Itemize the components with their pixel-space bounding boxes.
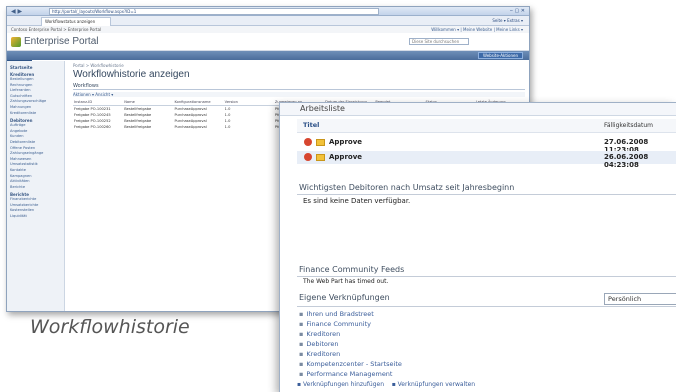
- bullet-icon: ▪: [299, 360, 304, 368]
- bullet-icon: ▪: [299, 340, 304, 348]
- figure-caption: Workflowhistorie: [30, 316, 190, 338]
- add-links-button[interactable]: ▪ Verknüpfungen hinzufügen: [297, 381, 384, 388]
- url-input[interactable]: http://portal/_layouts/Workflow.aspx?ID=…: [49, 8, 379, 15]
- title-column-header[interactable]: Titel: [303, 121, 319, 129]
- table-cell: 1.0: [224, 125, 231, 129]
- sidebar-item[interactable]: Liquidität: [10, 214, 61, 220]
- add-links-label[interactable]: Verknüpfungen hinzufügen: [303, 381, 384, 388]
- section-divider: [297, 276, 676, 277]
- browser-tab-bar: Workflowstatus anzeigen Seite ▾ Extras ▾: [7, 16, 529, 26]
- shortcut-label[interactable]: Kreditoren: [306, 330, 340, 338]
- shortcut-label[interactable]: Kreditoren: [306, 350, 340, 358]
- links-footer: ▪ Verknüpfungen hinzufügen ▪ Verknüpfung…: [297, 381, 475, 388]
- window-controls-icon[interactable]: ‒ ▢ ✕: [510, 8, 525, 14]
- task-row[interactable]: Approve 27.06.2008 11:23:08: [297, 136, 676, 154]
- portal-title: Enterprise Portal: [24, 36, 99, 47]
- manage-links-button[interactable]: ▪ Verknüpfungen verwalten: [392, 381, 475, 388]
- welcome-menu[interactable]: Willkommen ▾ | Meine Website | Meine Lin…: [431, 26, 523, 33]
- shortcut-link[interactable]: ▪ Ihren und Bradstreet: [299, 310, 374, 318]
- section-divider: [297, 306, 676, 307]
- sidebar-heading[interactable]: Startseite: [10, 65, 61, 70]
- priority-icon: [304, 138, 312, 146]
- work-list-header: Arbeitsliste: [280, 103, 676, 116]
- breadcrumb[interactable]: Portal > Workflowhistorie: [73, 63, 525, 68]
- task-due-date: 26.06.2008 04:23:08: [604, 153, 649, 169]
- sidebar-item[interactable]: Berichte: [10, 185, 61, 191]
- manage-links-label[interactable]: Verknüpfungen verwalten: [398, 381, 475, 388]
- shortcut-label[interactable]: Finance Community: [306, 320, 371, 328]
- browser-toolbar[interactable]: Seite ▾ Extras ▾: [492, 18, 523, 23]
- browser-tab[interactable]: Workflowstatus anzeigen: [41, 17, 111, 26]
- work-list-title[interactable]: Arbeitsliste: [300, 104, 345, 113]
- my-links-title[interactable]: Eigene Verknüpfungen: [299, 293, 390, 302]
- work-list-window: Arbeitsliste Titel Fälligkeitsdatum Appr…: [279, 102, 676, 392]
- portal-logo-icon: [11, 37, 21, 47]
- bullet-icon: ▪: [299, 320, 304, 328]
- shortcut-link[interactable]: ▪ Finance Community: [299, 320, 371, 328]
- task-row[interactable]: Approve 26.06.2008 04:23:08: [297, 151, 676, 169]
- top-debtors-title[interactable]: Wichtigsten Debitoren nach Umsatz seit J…: [299, 183, 514, 192]
- feeds-title[interactable]: Finance Community Feeds: [299, 265, 404, 274]
- section-title: Workflows: [73, 83, 525, 90]
- screenshot-collage: ◀ ▶ http://portal/_layouts/Workflow.aspx…: [0, 0, 676, 392]
- site-breadcrumb[interactable]: Contoso Enterprise Portal > Enterprise P…: [11, 27, 101, 32]
- bullet-icon: ▪: [299, 370, 304, 378]
- link-group-select[interactable]: Persönlich: [604, 293, 676, 305]
- task-column-header: Titel Fälligkeitsdatum: [297, 119, 676, 133]
- shortcut-label[interactable]: Performance Management: [306, 370, 392, 378]
- shortcut-link[interactable]: ▪ Kreditoren: [299, 350, 340, 358]
- quick-launch-sidebar: Startseite Kreditoren Bestellungen Rechn…: [7, 61, 65, 311]
- debtors-empty-message: Es sind keine Daten verfügbar.: [303, 197, 411, 205]
- browser-nav-icon[interactable]: ◀ ▶: [11, 8, 22, 15]
- site-search-input[interactable]: Diese Site durchsuchen: [409, 38, 469, 45]
- task-title-link[interactable]: Approve: [329, 153, 362, 161]
- table-cell[interactable]: Freigabe PO-100260: [73, 124, 123, 130]
- section-divider: [297, 194, 676, 195]
- shortcut-link[interactable]: ▪ Kreditoren: [299, 330, 340, 338]
- site-actions-button[interactable]: Website-Aktionen: [477, 52, 523, 59]
- site-header-bar: Contoso Enterprise Portal > Enterprise P…: [7, 26, 529, 33]
- folder-icon: [316, 139, 325, 146]
- shortcut-label[interactable]: Ihren und Bradstreet: [306, 310, 373, 318]
- shortcut-link[interactable]: ▪ Kompetenzcenter - Startseite: [299, 360, 402, 368]
- list-toolbar[interactable]: Aktionen ▾ Ansicht ▾: [73, 92, 525, 97]
- page-title: Workflowhistorie anzeigen: [73, 69, 190, 80]
- bullet-icon: ▪: [299, 310, 304, 318]
- shortcut-link[interactable]: ▪ Debitoren: [299, 340, 339, 348]
- sidebar-item[interactable]: Kreditorenliste: [10, 111, 61, 117]
- due-date-column-header[interactable]: Fälligkeitsdatum: [604, 122, 653, 129]
- table-cell: Bestellfreigabe: [124, 125, 152, 129]
- shortcut-link[interactable]: ▪ Performance Management: [299, 370, 392, 378]
- feeds-message: The Web Part has timed out.: [303, 278, 389, 285]
- shortcut-label[interactable]: Kompetenzcenter - Startseite: [306, 360, 401, 368]
- portal-brand-bar: Enterprise Portal Diese Site durchsuchen: [7, 33, 529, 51]
- browser-address-bar: ◀ ▶ http://portal/_layouts/Workflow.aspx…: [7, 7, 529, 16]
- table-cell: PurchaseApproval: [174, 125, 207, 129]
- task-title-link[interactable]: Approve: [329, 138, 362, 146]
- top-navigation: StartseiteKreditorenDebitorenVertriebPro…: [7, 51, 529, 69]
- priority-icon: [304, 153, 312, 161]
- bullet-icon: ▪: [299, 330, 304, 338]
- bullet-icon: ▪: [299, 350, 304, 358]
- shortcut-label[interactable]: Debitoren: [306, 340, 338, 348]
- folder-icon: [316, 154, 325, 161]
